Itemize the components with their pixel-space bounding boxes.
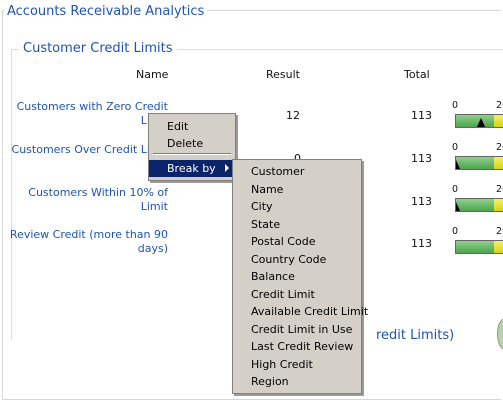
submenu-item-credit-limit-in-use[interactable]: Credit Limit in Use bbox=[233, 321, 361, 338]
gauge-min-label: 0 bbox=[452, 184, 459, 195]
column-header-result: Result bbox=[266, 68, 300, 81]
context-menu: Edit Delete Break by bbox=[148, 113, 236, 181]
submenu-item-customer[interactable]: Customer bbox=[233, 163, 361, 180]
row-label-over-credit[interactable]: Customers Over Credit Limit bbox=[6, 143, 168, 157]
submenu-item-balance[interactable]: Balance bbox=[233, 268, 361, 285]
submenu-item-state[interactable]: State bbox=[233, 216, 361, 233]
row-total: 113 bbox=[411, 237, 432, 250]
column-header-total: Total bbox=[404, 68, 430, 81]
gauge-min-label: 0 bbox=[452, 142, 459, 153]
gauge-mid-label: 20 bbox=[496, 226, 503, 237]
gauge-mid-label: 20 bbox=[496, 100, 503, 111]
menu-item-break-by-label: Break by bbox=[167, 162, 216, 175]
submenu-item-region[interactable]: Region bbox=[233, 373, 361, 390]
row-label-zero-credit[interactable]: Customers with Zero Credit Limit bbox=[6, 100, 168, 128]
gauge-bar bbox=[455, 240, 503, 254]
row-total: 113 bbox=[411, 195, 432, 208]
row-result: 12 bbox=[286, 109, 300, 122]
submenu-item-credit-limit[interactable]: Credit Limit bbox=[233, 286, 361, 303]
submenu-item-city[interactable]: City bbox=[233, 198, 361, 215]
menu-item-break-by[interactable]: Break by bbox=[149, 160, 235, 177]
gauge-bar bbox=[455, 198, 503, 212]
page-title: Accounts Receivable Analytics bbox=[4, 4, 208, 19]
gauge-mid-label: 20 bbox=[496, 184, 503, 195]
break-by-submenu: Customer Name City State Postal Code Cou… bbox=[232, 159, 368, 394]
submenu-item-last-credit-review[interactable]: Last Credit Review bbox=[233, 338, 361, 355]
gauge-bar bbox=[455, 114, 503, 128]
column-header-name: Name bbox=[136, 68, 169, 81]
chart-link[interactable]: redit Limits) bbox=[376, 328, 454, 343]
menu-item-edit[interactable]: Edit bbox=[149, 118, 235, 135]
row-total: 113 bbox=[411, 109, 432, 122]
submenu-item-postal-code[interactable]: Postal Code bbox=[233, 233, 361, 250]
submenu-item-country-code[interactable]: Country Code bbox=[233, 251, 361, 268]
row-total: 113 bbox=[411, 152, 432, 165]
gauge-mid-label: 20 bbox=[496, 142, 503, 153]
row-label-review-credit[interactable]: Review Credit (more than 90 days) bbox=[6, 228, 168, 256]
row-label-within-limit[interactable]: Customers Within 10% of Limit bbox=[6, 186, 168, 214]
gauge-needle bbox=[456, 202, 461, 211]
section-title: Customer Credit Limits bbox=[19, 41, 177, 56]
submenu-item-available-credit-limit[interactable]: Available Credit Limit bbox=[233, 303, 368, 320]
submenu-arrow-icon bbox=[225, 164, 229, 172]
submenu-item-high-credit[interactable]: High Credit bbox=[233, 356, 361, 373]
gauge-bar bbox=[455, 156, 503, 170]
gauge-min-label: 0 bbox=[452, 226, 459, 237]
menu-separator bbox=[153, 153, 231, 155]
gauge-min-label: 0 bbox=[452, 100, 459, 111]
gauge-needle bbox=[456, 160, 461, 169]
submenu-item-name[interactable]: Name bbox=[233, 181, 361, 198]
menu-item-delete[interactable]: Delete bbox=[149, 135, 235, 152]
gauge-needle bbox=[476, 118, 486, 127]
